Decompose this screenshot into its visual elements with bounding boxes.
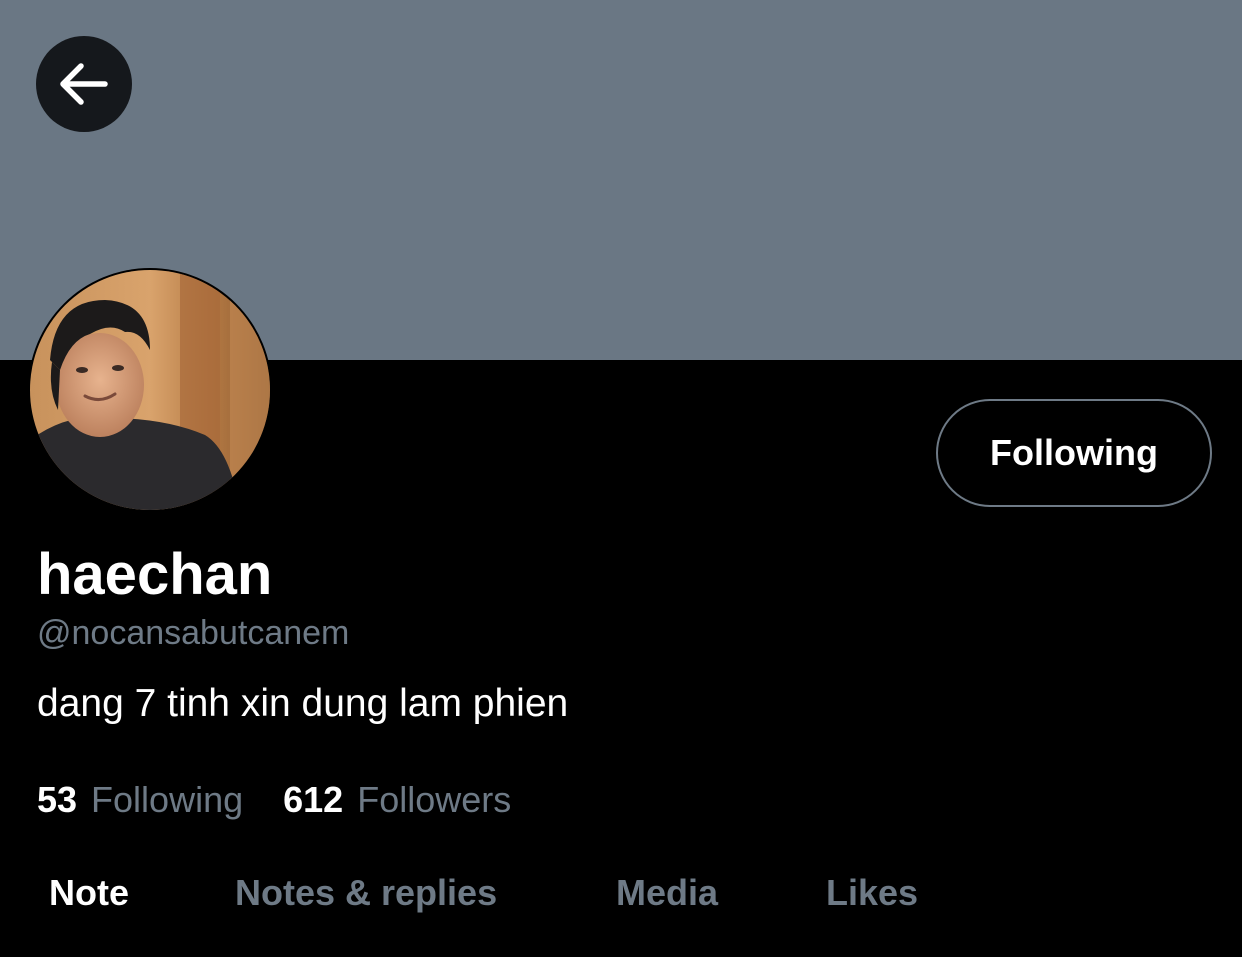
avatar[interactable] [28,268,272,512]
profile-page: Following haechan @nocansabutcanem dang … [0,0,1242,957]
display-name: haechan [37,542,273,607]
profile-bio: dang 7 tinh xin dung lam phien [37,682,569,725]
followers-stat[interactable]: 612 Followers [283,778,511,822]
tab-media[interactable]: Media [616,870,718,916]
following-count: 53 [37,779,78,820]
back-button[interactable] [36,36,132,132]
tab-likes[interactable]: Likes [826,870,918,916]
following-button[interactable]: Following [936,399,1212,507]
tab-note[interactable]: Note [49,870,129,916]
avatar-photo [30,270,270,510]
following-label: Following [91,779,244,820]
profile-stats: 53 Following 612 Followers [37,778,511,822]
followers-count: 612 [283,779,344,820]
profile-tabs: Note Notes & replies Media Likes [0,870,1242,916]
arrow-left-icon [60,63,108,105]
following-stat[interactable]: 53 Following [37,778,243,822]
tab-notes-and-replies[interactable]: Notes & replies [235,870,497,916]
followers-label: Followers [357,779,512,820]
user-handle: @nocansabutcanem [37,614,350,652]
